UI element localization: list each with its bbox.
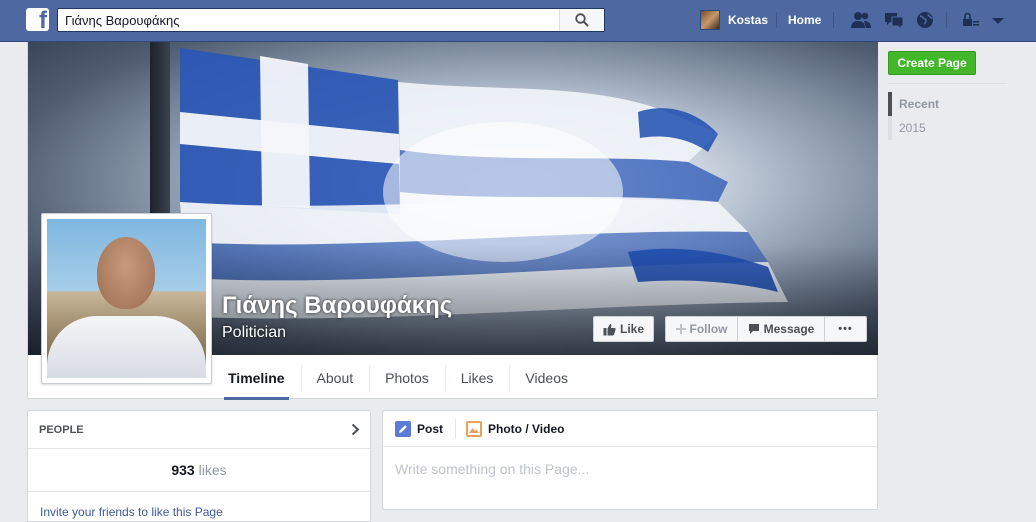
- tab-likes[interactable]: Likes: [444, 357, 510, 399]
- profile-name: Kostas: [728, 13, 769, 27]
- more-options-button[interactable]: •••: [824, 316, 867, 342]
- photo-video-tab[interactable]: Photo / Video: [466, 420, 565, 437]
- profile-head: [97, 237, 155, 309]
- facebook-logo-icon[interactable]: f: [26, 8, 49, 31]
- likes-number: 933: [171, 462, 195, 478]
- like-button[interactable]: Like: [593, 316, 654, 342]
- tab-timeline[interactable]: Timeline: [224, 357, 289, 400]
- people-title: PEOPLE: [39, 424, 84, 436]
- message-button[interactable]: Message: [737, 316, 825, 342]
- likes-word: likes: [198, 462, 227, 478]
- notifications-globe-icon[interactable]: [914, 10, 936, 30]
- year-item-2015[interactable]: 2015: [888, 116, 939, 140]
- divider: [833, 12, 834, 28]
- post-composer: Post Photo / Video Write something on th…: [382, 410, 878, 510]
- avatar: [700, 10, 720, 30]
- composer-input[interactable]: Write something on this Page...: [395, 461, 589, 477]
- photo-video-label: Photo / Video: [488, 421, 565, 436]
- pencil-icon: [395, 420, 411, 437]
- year-item-recent[interactable]: Recent: [888, 92, 939, 116]
- top-bar: f Kostas Home: [0, 0, 1036, 42]
- message-label: Message: [763, 322, 815, 336]
- timeline-year-nav: Recent 2015: [888, 92, 939, 140]
- friend-requests-icon[interactable]: [850, 10, 872, 30]
- page-actions: Follow Message •••: [665, 316, 867, 342]
- chevron-right-icon: [351, 423, 360, 436]
- people-header[interactable]: PEOPLE: [28, 411, 370, 449]
- plus-icon: [675, 324, 686, 334]
- tab-photos[interactable]: Photos: [369, 357, 445, 399]
- invite-friends-link[interactable]: Invite your friends to like this Page: [40, 505, 223, 519]
- create-page-button[interactable]: Create Page: [888, 51, 976, 75]
- account-menu-chevron-down-icon[interactable]: [987, 10, 1009, 30]
- tab-videos[interactable]: Videos: [509, 357, 584, 399]
- page-tabs: Timeline About Photos Likes Videos: [224, 357, 584, 400]
- divider: [946, 12, 947, 28]
- search-input[interactable]: [58, 9, 561, 31]
- like-label: Like: [619, 322, 644, 336]
- search-box: [57, 8, 605, 32]
- follow-label: Follow: [689, 322, 728, 336]
- page-category[interactable]: Politician: [222, 324, 286, 342]
- home-link[interactable]: Home: [788, 13, 821, 27]
- privacy-lock-icon[interactable]: [960, 10, 982, 30]
- profile-picture[interactable]: [41, 213, 212, 384]
- divider: [455, 418, 457, 439]
- page-title[interactable]: Γιάνης Βαρουφάκης: [222, 292, 452, 320]
- thumbs-up-icon: [603, 323, 616, 335]
- search-icon: [575, 13, 589, 27]
- people-box: PEOPLE 933 likes Invite your friends to …: [27, 410, 371, 522]
- follow-button[interactable]: Follow: [665, 316, 738, 342]
- photo-icon: [466, 420, 483, 437]
- more-dots-icon: •••: [838, 323, 853, 335]
- search-button[interactable]: [559, 9, 604, 31]
- messages-icon[interactable]: [883, 10, 905, 31]
- divider: [888, 83, 1007, 84]
- message-bubble-icon: [748, 324, 759, 334]
- divider: [776, 12, 777, 28]
- profile-link[interactable]: Kostas: [700, 10, 768, 30]
- profile-photo: [47, 219, 206, 378]
- tab-about[interactable]: About: [300, 357, 370, 399]
- post-tab[interactable]: Post: [395, 420, 444, 437]
- page-header: Γιάνης Βαρουφάκης Politician Like Follow…: [27, 42, 878, 400]
- profile-shirt: [47, 316, 206, 378]
- likes-count: 933 likes: [28, 449, 370, 492]
- composer-tabs: Post Photo / Video: [383, 411, 877, 447]
- post-tab-label: Post: [417, 421, 444, 436]
